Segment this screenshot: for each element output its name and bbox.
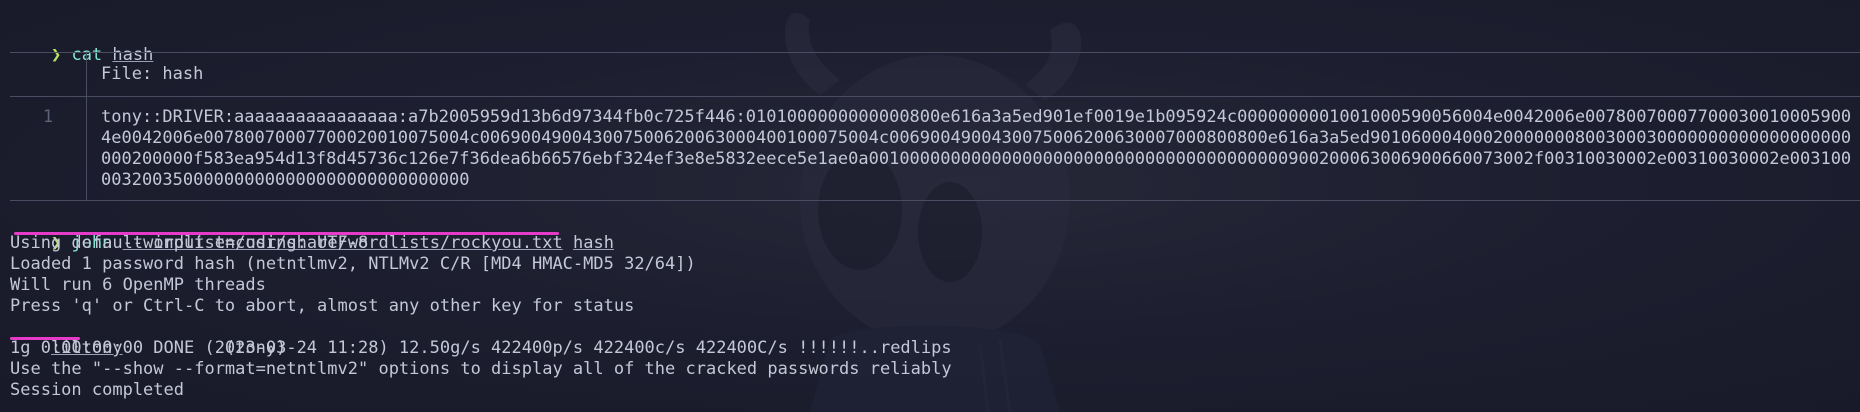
cracked-password-line: liltony (tony): [10, 317, 286, 358]
hash-row: tony::DRIVER:aaaaaaaaaaaaaaaa:a7b2005959…: [101, 107, 1851, 127]
bat-line-number: 1: [42, 107, 54, 127]
hash-row: 000200000f583ea954d13f8d45736c126e7f36de…: [101, 149, 1851, 169]
bat-gutter-border-header: [86, 52, 87, 96]
bat-top-border: [10, 52, 1860, 53]
hash-row: 4e0042006e00780070007700020010075004c006…: [101, 128, 1851, 148]
result-line: Session completed: [10, 380, 184, 400]
result-line: Use the "--show --format=netntlmv2" opti…: [10, 359, 952, 379]
result-line: 1g 0:00:00:00 DONE (2023-03-24 11:28) 12…: [10, 338, 952, 358]
command-arg-file: hash: [573, 233, 614, 253]
terminal-window[interactable]: ❯ cat hash File: hash 1 tony::DRIVER:aaa…: [0, 0, 1860, 412]
output-line: Loaded 1 password hash (netntlmv2, NTLMv…: [10, 254, 696, 274]
hash-row: 003200350000000000000000000000000000: [101, 170, 470, 190]
output-line: Using default input encoding: UTF-8: [10, 233, 369, 253]
prompt-arrow-icon: ❯: [50, 45, 62, 65]
output-line: Press 'q' or Ctrl-C to abort, almost any…: [10, 296, 635, 316]
command-line-john: ❯ john --wordlist=/usr/share/wordlists/r…: [10, 212, 614, 253]
hash-content[interactable]: tony::DRIVER:aaaaaaaaaaaaaaaa:a7b2005959…: [101, 107, 1851, 191]
bat-header-separator: [10, 96, 1860, 97]
bat-bottom-border: [10, 200, 1860, 201]
command-arg-file: hash: [112, 45, 154, 65]
command-line-cat: ❯ cat hash: [10, 24, 153, 65]
bat-file-label: File: hash: [101, 64, 204, 84]
bat-gutter-border-body: [86, 96, 87, 200]
output-line: Will run 6 OpenMP threads: [10, 275, 266, 295]
